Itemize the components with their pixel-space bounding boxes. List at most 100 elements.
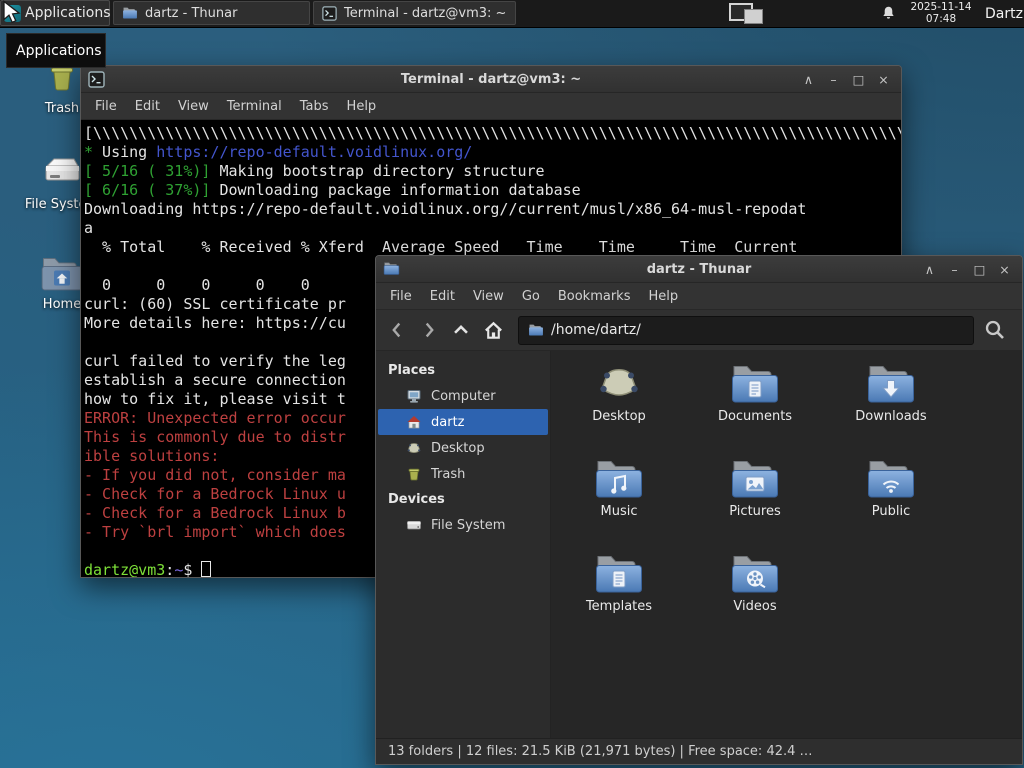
thunar-menubar: File Edit View Go Bookmarks Help [376, 283, 1022, 310]
terminal-menu-edit[interactable]: Edit [126, 99, 169, 114]
folder-item-templates[interactable]: Templates [551, 553, 687, 614]
top-panel: Applications dartz - Thunar Terminal - d… [0, 0, 1024, 28]
thunar-maximize-button[interactable]: □ [973, 262, 986, 277]
terminal-menu-file[interactable]: File [86, 99, 126, 114]
home-folder-icon [41, 258, 83, 291]
path-bar[interactable]: /home/dartz/ [518, 315, 974, 345]
folder-item-videos[interactable]: Videos [687, 553, 823, 614]
clock-time: 07:48 [925, 12, 957, 25]
taskbar-button-terminal[interactable]: Terminal - dartz@vm3: ~ [313, 1, 516, 25]
up-button[interactable] [446, 315, 476, 345]
folder-item-label: Downloads [855, 409, 927, 424]
thunar-statusbar: 13 folders | 12 files: 21.5 KiB (21,971 … [376, 738, 1022, 764]
back-button[interactable] [382, 315, 412, 345]
terminal-line: [ 5/16 ( 31%)] Making bootstrap director… [84, 162, 545, 180]
sidebar-item-dartz[interactable]: dartz [378, 409, 548, 435]
sidebar-item-desktop[interactable]: Desktop [378, 435, 548, 461]
home-icon [407, 416, 421, 429]
thunar-menu-go[interactable]: Go [513, 289, 549, 304]
taskbar-button-label: Terminal - dartz@vm3: ~ [344, 5, 507, 21]
terminal-menu-help[interactable]: Help [338, 99, 386, 114]
applications-menu-button[interactable]: Applications [0, 0, 111, 26]
computer-icon [407, 390, 421, 403]
thunar-shade-button[interactable]: ∧ [923, 262, 936, 277]
folder-pictures-icon [732, 461, 778, 498]
sidebar-item-computer[interactable]: Computer [378, 383, 548, 409]
search-icon [985, 320, 1004, 339]
applications-label: Applications [25, 5, 111, 21]
terminal-menu-view[interactable]: View [169, 99, 218, 114]
folder-item-desktop[interactable]: Desktop [551, 363, 687, 424]
terminal-minimize-button[interactable]: – [827, 72, 840, 87]
folder-item-pictures[interactable]: Pictures [687, 458, 823, 519]
tooltip-text: Applications [16, 42, 102, 59]
desktop-icon-label: Home [42, 297, 82, 312]
taskbar-button-label: dartz - Thunar [145, 5, 238, 21]
sidebar-item-label: Computer [431, 388, 496, 404]
thunar-sidebar: Places Computer dartz Desktop Trash Devices… [376, 351, 551, 738]
applications-tooltip: Applications [6, 33, 106, 68]
search-button[interactable] [976, 314, 1014, 346]
sidebar-places-header: Places [388, 363, 436, 378]
folder-icon [529, 324, 543, 336]
thunar-window: dartz - Thunar ∧ – □ × File Edit View Go Bookma… [375, 255, 1023, 765]
workspace-pager-icon[interactable] [729, 3, 769, 24]
terminal-window-title: Terminal - dartz@vm3: ~ [400, 71, 582, 87]
trash-icon [408, 468, 420, 481]
thunar-menu-edit[interactable]: Edit [421, 289, 464, 304]
terminal-cursor [201, 561, 212, 577]
thunar-menu-help[interactable]: Help [639, 289, 687, 304]
thunar-file-view[interactable]: Desktop Documents Downloads Music Pictures Pu… [551, 351, 1022, 738]
folder-public-icon [868, 461, 914, 498]
thunar-titlebar[interactable]: dartz - Thunar ∧ – □ × [376, 256, 1022, 283]
terminal-shade-button[interactable]: ∧ [802, 72, 815, 87]
desk-icon [407, 443, 421, 453]
terminal-menubar: File Edit View Terminal Tabs Help [81, 93, 901, 120]
taskbar-button-thunar[interactable]: dartz - Thunar [113, 1, 310, 25]
folder-item-downloads[interactable]: Downloads [823, 363, 959, 424]
folder-item-label: Pictures [729, 504, 781, 519]
thunar-toolbar: /home/dartz/ [376, 310, 1022, 351]
thunar-menu-file[interactable]: File [381, 289, 421, 304]
terminal-titlebar[interactable]: Terminal - dartz@vm3: ~ ∧ – □ × [81, 66, 901, 93]
panel-clock[interactable]: 2025-11-14 07:48 [905, 1, 977, 25]
folder-item-label: Desktop [592, 409, 646, 424]
folder-item-label: Music [600, 504, 638, 519]
thunar-minimize-button[interactable]: – [948, 262, 961, 277]
desktop: Trash File System Home Terminal - dartz@… [0, 0, 1024, 768]
sidebar-devices-header: Devices [388, 492, 445, 507]
desktop-icon-label: Trash [44, 101, 80, 116]
pager-window-filled [744, 9, 763, 24]
forward-button[interactable] [414, 315, 444, 345]
folder-item-documents[interactable]: Documents [687, 363, 823, 424]
folder-item-label: Documents [717, 409, 793, 424]
folder-icon [123, 7, 137, 19]
folder-music-icon [596, 461, 642, 498]
thunar-menu-view[interactable]: View [464, 289, 513, 304]
thunar-close-button[interactable]: × [998, 262, 1011, 277]
notification-bell-icon[interactable] [879, 4, 898, 23]
sidebar-item-trash[interactable]: Trash [378, 461, 548, 487]
folder-item-label: Templates [585, 599, 653, 614]
folder-item-public[interactable]: Public [823, 458, 959, 519]
terminal-line: Downloading https://repo-default.voidlin… [84, 200, 807, 218]
panel-username: Dartz [985, 5, 1023, 22]
terminal-menu-tabs[interactable]: Tabs [291, 99, 338, 114]
thunar-menu-bookmarks[interactable]: Bookmarks [549, 289, 640, 304]
distro-logo-icon [4, 5, 21, 22]
terminal-icon [88, 70, 105, 88]
terminal-maximize-button[interactable]: □ [852, 72, 865, 87]
terminal-icon [322, 5, 337, 21]
terminal-line: * Using https://repo-default.voidlinux.o… [84, 143, 473, 161]
terminal-line: [\\\\\\\\\\\\\\\\\\\\\\\\\\\\\\\\\\\\\\\… [84, 124, 901, 142]
home-button[interactable] [478, 315, 508, 345]
drive-icon [407, 521, 421, 530]
terminal-close-button[interactable]: × [877, 72, 890, 87]
folder-item-music[interactable]: Music [551, 458, 687, 519]
terminal-line: [ 6/16 ( 37%)] Downloading package infor… [84, 181, 581, 199]
terminal-menu-terminal[interactable]: Terminal [218, 99, 291, 114]
sidebar-item-file-system[interactable]: File System [378, 512, 548, 538]
folder-item-label: Videos [733, 599, 777, 614]
folder-downloads-icon [868, 366, 914, 403]
folder-documents-icon [732, 366, 778, 403]
